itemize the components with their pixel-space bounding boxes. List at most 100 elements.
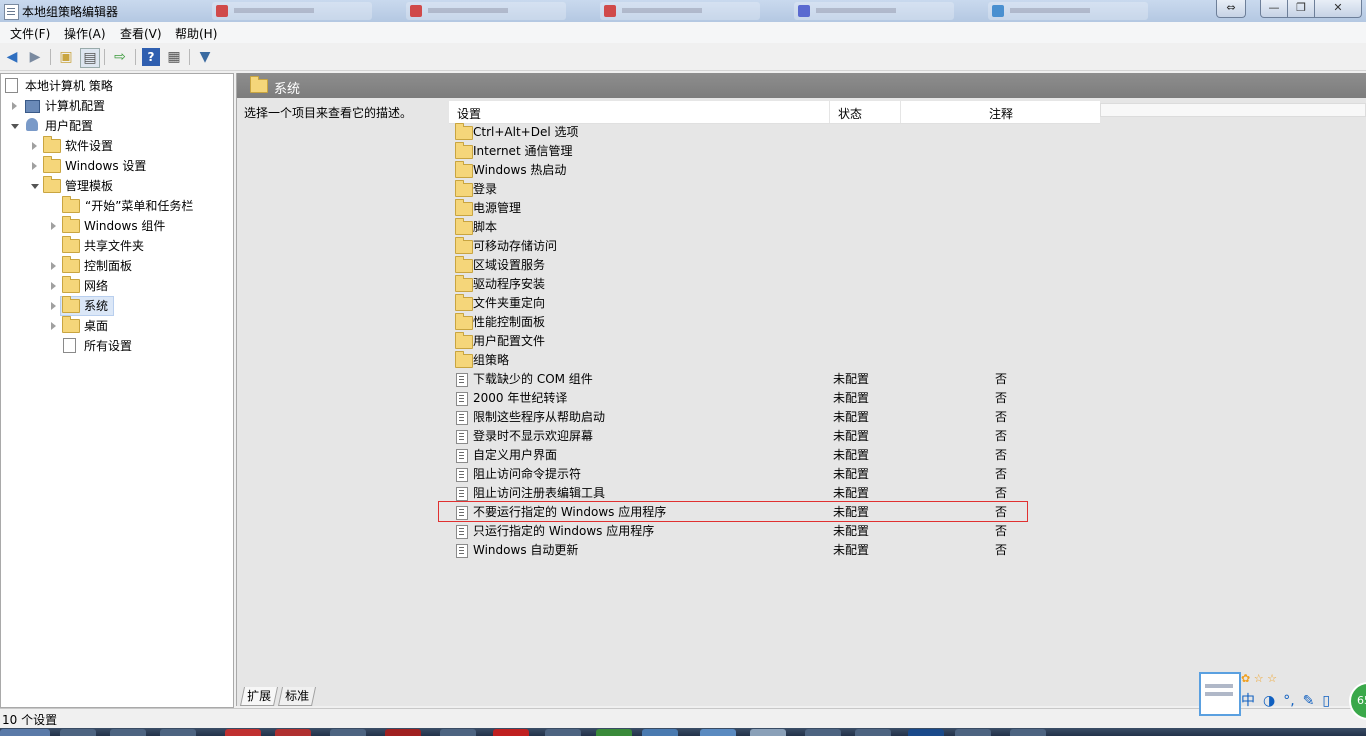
list-item-folder[interactable]: 性能控制面板 (449, 313, 1249, 332)
list-item-folder[interactable]: 脚本 (449, 218, 1249, 237)
expand-arrow-icon[interactable] (51, 322, 56, 330)
switch-window-icon[interactable]: ⇔ (1216, 0, 1246, 18)
policy-setting-icon (456, 468, 468, 482)
setting-comment: 否 (995, 372, 1008, 386)
taskbar-app-icon[interactable] (955, 729, 991, 736)
list-item-folder[interactable]: Ctrl+Alt+Del 选项 (449, 123, 1249, 142)
folder-icon (455, 161, 473, 178)
column-divider[interactable] (900, 101, 901, 123)
column-header-setting[interactable]: 设置 (457, 105, 481, 122)
export-list-icon[interactable]: ⇨ (111, 48, 129, 66)
taskbar-app-icon[interactable] (908, 729, 944, 736)
collapse-arrow-icon[interactable] (31, 184, 39, 189)
list-item-folder[interactable]: 用户配置文件 (449, 332, 1249, 351)
red-annotation-box (438, 501, 1028, 522)
list-item-folder[interactable]: 组策略 (449, 351, 1249, 370)
setting-state: 未配置 (833, 467, 870, 481)
list-item-policy[interactable]: 登录时不显示欢迎屏幕 未配置 否 (449, 427, 1249, 446)
column-header-comment[interactable]: 注释 (989, 105, 1013, 122)
punctuation-icon[interactable]: °, (1283, 693, 1294, 709)
setting-state: 未配置 (833, 448, 870, 462)
expand-arrow-icon[interactable] (51, 262, 56, 270)
setting-name: Windows 热启动 (473, 163, 567, 177)
horizontal-scrollbar[interactable] (1100, 103, 1366, 117)
tab-standard[interactable]: 标准 (277, 687, 317, 706)
list-item-folder[interactable]: 驱动程序安装 (449, 275, 1249, 294)
setting-name: 限制这些程序从帮助启动 (473, 410, 606, 424)
policy-doc-icon (5, 78, 18, 93)
properties-icon[interactable]: ▦ (165, 48, 183, 66)
forward-icon[interactable]: ▶ (26, 48, 44, 66)
setting-name: 性能控制面板 (473, 315, 546, 329)
show-hide-tree-icon[interactable]: ▤ (80, 48, 100, 68)
list-item-policy[interactable]: 2000 年世纪转译 未配置 否 (449, 389, 1249, 408)
list-item-folder[interactable]: Internet 通信管理 (449, 142, 1249, 161)
filter-icon[interactable]: ▼ (196, 48, 214, 66)
menu-action[interactable]: 操作(A) (62, 25, 108, 42)
ime-skin-thumbnail[interactable] (1199, 672, 1241, 716)
ime-language-toggle[interactable]: 中 (1241, 693, 1255, 709)
tab-label: 扩展 (247, 689, 272, 703)
expand-arrow-icon[interactable] (12, 102, 17, 110)
score-badge[interactable]: 65 (1349, 682, 1366, 720)
list-item-folder[interactable]: Windows 热启动 (449, 161, 1249, 180)
start-button-icon[interactable] (0, 729, 50, 736)
list-item-policy[interactable]: 只运行指定的 Windows 应用程序 未配置 否 (449, 522, 1249, 541)
taskbar-app-icon[interactable] (225, 729, 261, 736)
expand-arrow-icon[interactable] (51, 222, 56, 230)
menu-file[interactable]: 文件(F) (8, 25, 52, 42)
taskbar-app-icon[interactable] (493, 729, 529, 736)
setting-comment: 否 (995, 391, 1008, 405)
minimize-icon[interactable]: — (1260, 0, 1288, 18)
tools-wrench-icon[interactable]: ✎ (1303, 693, 1315, 709)
taskbar-app-icon[interactable] (642, 729, 678, 736)
taskbar-app-icon[interactable] (275, 729, 311, 736)
list-item-policy[interactable]: 自定义用户界面 未配置 否 (449, 446, 1249, 465)
expand-arrow-icon[interactable] (51, 282, 56, 290)
column-divider[interactable] (829, 101, 830, 123)
taskbar-app-icon[interactable] (160, 729, 196, 736)
half-width-moon-icon[interactable]: ◑ (1263, 693, 1275, 709)
list-item-policy[interactable]: 下载缺少的 COM 组件 未配置 否 (449, 370, 1249, 389)
setting-name: 可移动存储访问 (473, 239, 558, 253)
taskbar-app-icon[interactable] (805, 729, 841, 736)
expand-arrow-icon[interactable] (32, 162, 37, 170)
list-item-policy[interactable]: 阻止访问命令提示符 未配置 否 (449, 465, 1249, 484)
setting-name: 驱动程序安装 (473, 277, 546, 291)
list-item-folder[interactable]: 区域设置服务 (449, 256, 1249, 275)
collapse-arrow-icon[interactable] (11, 124, 19, 129)
setting-name: 脚本 (473, 220, 498, 234)
policy-setting-icon (456, 449, 468, 463)
back-icon[interactable]: ◀ (3, 48, 21, 66)
list-item-folder[interactable]: 电源管理 (449, 199, 1249, 218)
list-item-folder[interactable]: 可移动存储访问 (449, 237, 1249, 256)
menu-view[interactable]: 查看(V) (118, 25, 164, 42)
taskbar-app-icon[interactable] (700, 729, 736, 736)
expand-arrow-icon[interactable] (32, 142, 37, 150)
taskbar-app-icon[interactable] (385, 729, 421, 736)
taskbar-app-icon[interactable] (596, 729, 632, 736)
taskbar-app-icon[interactable] (60, 729, 96, 736)
taskbar-app-icon[interactable] (750, 729, 786, 736)
taskbar-app-icon[interactable] (855, 729, 891, 736)
up-folder-icon[interactable]: ▣ (57, 48, 75, 66)
help-icon[interactable]: ? (142, 48, 160, 66)
list-item-folder[interactable]: 登录 (449, 180, 1249, 199)
list-item-policy[interactable]: 限制这些程序从帮助启动 未配置 否 (449, 408, 1249, 427)
taskbar-app-icon[interactable] (545, 729, 581, 736)
menu-help[interactable]: 帮助(H) (173, 25, 219, 42)
list-item-folder[interactable]: 文件夹重定向 (449, 294, 1249, 313)
tab-extended[interactable]: 扩展 (239, 687, 279, 706)
taskbar-app-icon[interactable] (110, 729, 146, 736)
taskbar-app-icon[interactable] (440, 729, 476, 736)
close-icon[interactable]: ✕ (1314, 0, 1362, 18)
taskbar-app-icon[interactable] (330, 729, 366, 736)
setting-state: 未配置 (833, 410, 870, 424)
list-item-policy[interactable]: Windows 自动更新 未配置 否 (449, 541, 1249, 560)
setting-comment: 否 (995, 410, 1008, 424)
clipboard-icon[interactable]: ▯ (1322, 693, 1330, 709)
taskbar-app-icon[interactable] (1010, 729, 1046, 736)
expand-arrow-icon[interactable] (51, 302, 56, 310)
restore-icon[interactable]: ❐ (1287, 0, 1315, 18)
column-header-state[interactable]: 状态 (838, 105, 862, 122)
